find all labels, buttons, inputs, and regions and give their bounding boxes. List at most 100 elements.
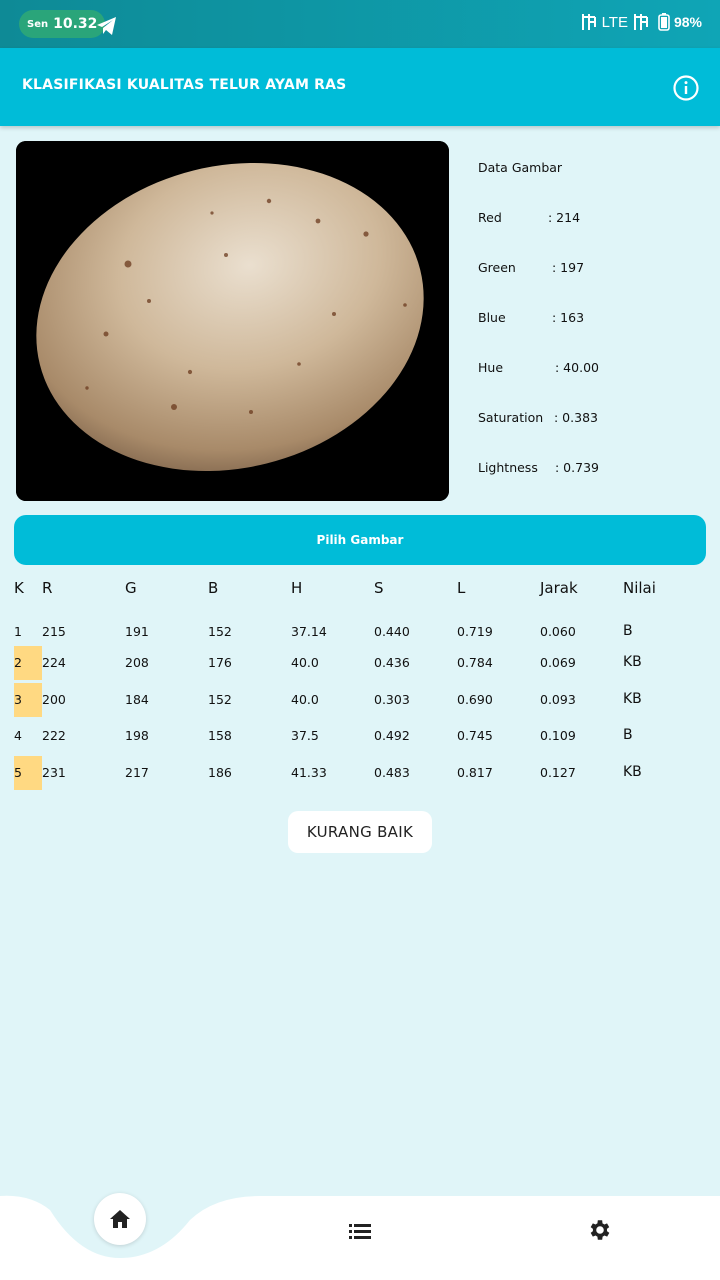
image-data-title: Data Gambar bbox=[478, 160, 563, 175]
cell-k: 4 bbox=[14, 728, 22, 743]
data-label: Saturation bbox=[478, 410, 544, 425]
cell-s: 0.440 bbox=[374, 624, 410, 639]
data-value: : 214 bbox=[548, 210, 581, 225]
data-row-hue: Hue : 40.00 bbox=[478, 360, 599, 375]
cell-s: 0.492 bbox=[374, 728, 410, 743]
data-label: Blue bbox=[478, 310, 506, 325]
cell-l: 0.745 bbox=[457, 728, 493, 743]
cell-k: 3 bbox=[14, 692, 22, 707]
data-label: Red bbox=[478, 210, 502, 225]
cell-h: 41.33 bbox=[291, 765, 327, 780]
data-value: : 197 bbox=[552, 260, 585, 275]
telegram-icon bbox=[97, 17, 116, 35]
data-value: : 0.383 bbox=[554, 410, 598, 425]
home-icon bbox=[110, 1210, 130, 1228]
data-value: : 0.739 bbox=[555, 460, 599, 475]
nav-home-button[interactable] bbox=[94, 1193, 146, 1245]
cell-jarak: 0.127 bbox=[540, 765, 576, 780]
cell-l: 0.817 bbox=[457, 765, 493, 780]
cell-s: 0.303 bbox=[374, 692, 410, 707]
cell-s: 0.436 bbox=[374, 655, 410, 670]
cell-l: 0.690 bbox=[457, 692, 493, 707]
status-time: 10.32 bbox=[53, 16, 98, 32]
data-label: Hue bbox=[478, 360, 504, 375]
data-label: Green bbox=[478, 260, 516, 275]
cell-g: 217 bbox=[125, 765, 149, 780]
table-row: 4 222 198 158 37.5 0.492 0.745 0.109 B bbox=[0, 719, 720, 753]
network-type: LTE bbox=[601, 13, 628, 31]
cell-k: 1 bbox=[14, 624, 22, 639]
column-header: S bbox=[374, 579, 384, 597]
column-header: B bbox=[208, 579, 219, 597]
clock-pill: Sen 10.32 bbox=[19, 10, 106, 38]
cell-b: 176 bbox=[208, 655, 232, 670]
cell-jarak: 0.093 bbox=[540, 692, 576, 707]
data-row-saturation: Saturation : 0.383 bbox=[478, 410, 598, 425]
table-row: 5 231 217 186 41.33 0.483 0.817 0.127 KB bbox=[0, 756, 720, 790]
cell-h: 40.0 bbox=[291, 692, 319, 707]
list-icon bbox=[349, 1224, 371, 1239]
signal-icon bbox=[633, 14, 648, 30]
classification-result: KURANG BAIK bbox=[288, 811, 432, 853]
pick-image-button[interactable]: Pilih Gambar bbox=[14, 515, 706, 565]
cell-jarak: 0.060 bbox=[540, 624, 576, 639]
cell-b: 152 bbox=[208, 692, 232, 707]
gear-icon bbox=[590, 1220, 610, 1240]
cell-k: 2 bbox=[14, 655, 22, 670]
status-day: Sen bbox=[27, 18, 49, 30]
app-title: KLASIFIKASI KUALITAS TELUR AYAM RAS bbox=[22, 77, 347, 93]
cell-h: 37.14 bbox=[291, 624, 327, 639]
column-header: Nilai bbox=[623, 579, 656, 597]
cell-h: 37.5 bbox=[291, 728, 319, 743]
cell-g: 208 bbox=[125, 655, 149, 670]
cell-nilai: B bbox=[623, 727, 633, 743]
battery-icon bbox=[658, 13, 670, 31]
data-row-blue: Blue : 163 bbox=[478, 310, 584, 325]
cell-l: 0.719 bbox=[457, 624, 493, 639]
table-row: 2 224 208 176 40.0 0.436 0.784 0.069 KB bbox=[0, 646, 720, 680]
nav-settings-button[interactable] bbox=[586, 1216, 614, 1244]
cell-nilai: KB bbox=[623, 691, 642, 707]
nav-list-button[interactable] bbox=[346, 1218, 374, 1244]
column-header: R bbox=[42, 579, 53, 597]
cell-nilai: KB bbox=[623, 654, 642, 670]
cell-nilai: KB bbox=[623, 764, 642, 780]
cell-r: 231 bbox=[42, 765, 66, 780]
cell-jarak: 0.109 bbox=[540, 728, 576, 743]
data-row-green: Green : 197 bbox=[478, 260, 584, 275]
column-header: Jarak bbox=[540, 579, 578, 597]
signal-icon bbox=[581, 14, 596, 30]
battery-percent: 98% bbox=[673, 14, 702, 30]
egg-photo bbox=[16, 141, 449, 501]
cell-r: 224 bbox=[42, 655, 66, 670]
cell-g: 191 bbox=[125, 624, 149, 639]
column-header: H bbox=[291, 579, 303, 597]
data-row-red: Red : 214 bbox=[478, 210, 580, 225]
bottom-navigation bbox=[0, 1180, 720, 1280]
column-header: G bbox=[125, 579, 137, 597]
cell-r: 200 bbox=[42, 692, 66, 707]
egg-image bbox=[16, 141, 449, 501]
cell-b: 158 bbox=[208, 728, 232, 743]
cell-b: 186 bbox=[208, 765, 232, 780]
cell-h: 40.0 bbox=[291, 655, 319, 670]
table-row: 3 200 184 152 40.0 0.303 0.690 0.093 KB bbox=[0, 683, 720, 717]
cell-b: 152 bbox=[208, 624, 232, 639]
cell-k: 5 bbox=[14, 765, 22, 780]
status-bar: Sen 10.32 LTE 98% bbox=[0, 0, 720, 48]
system-tray: LTE 98% bbox=[580, 12, 702, 32]
info-icon[interactable] bbox=[672, 74, 700, 102]
cell-g: 198 bbox=[125, 728, 149, 743]
cell-r: 215 bbox=[42, 624, 66, 639]
cell-r: 222 bbox=[42, 728, 66, 743]
cell-g: 184 bbox=[125, 692, 149, 707]
data-value: : 40.00 bbox=[555, 360, 599, 375]
data-label: Lightness bbox=[478, 460, 538, 475]
column-header: K bbox=[14, 579, 24, 597]
cell-jarak: 0.069 bbox=[540, 655, 576, 670]
cell-s: 0.483 bbox=[374, 765, 410, 780]
column-header: L bbox=[457, 579, 466, 597]
cell-l: 0.784 bbox=[457, 655, 493, 670]
data-row-lightness: Lightness : 0.739 bbox=[478, 460, 599, 475]
data-value: : 163 bbox=[552, 310, 585, 325]
